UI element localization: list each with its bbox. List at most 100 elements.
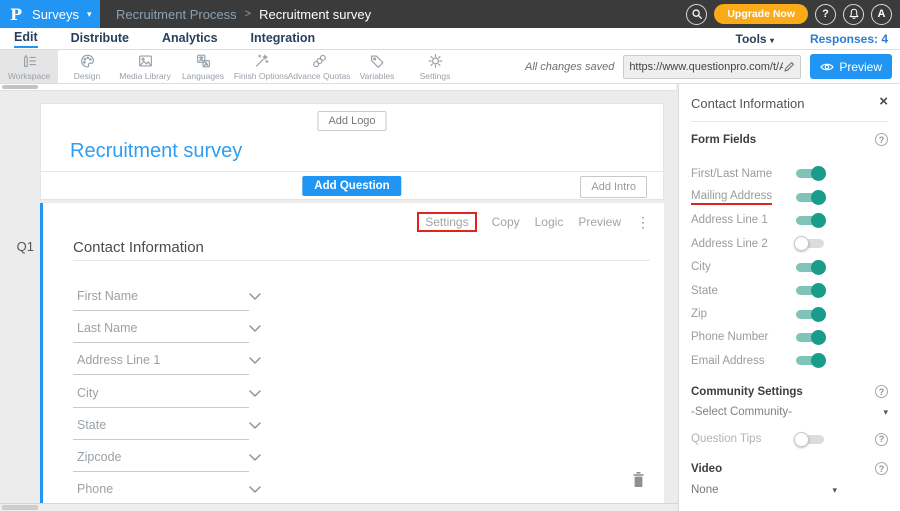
- community-select[interactable]: -Select Community- ▾: [691, 406, 888, 418]
- chevron-down-icon[interactable]: [249, 385, 261, 403]
- question-tips-row: Question Tips ?: [691, 430, 888, 448]
- question-settings-action[interactable]: Settings: [417, 212, 476, 232]
- toolbar-item-settings[interactable]: Settings: [406, 50, 464, 83]
- avatar[interactable]: A: [871, 4, 892, 25]
- form-fields-label: Form Fields: [691, 134, 756, 146]
- design-palette-icon: [78, 52, 97, 70]
- phone-number-toggle[interactable]: [796, 333, 824, 342]
- zip-toggle[interactable]: [796, 310, 824, 319]
- form-field-toggles: First/Last Name Mailing Address Address …: [691, 162, 888, 373]
- question-copy-action[interactable]: Copy: [492, 215, 520, 229]
- question-settings-panel: Contact Information × Form Fields ? Firs…: [678, 84, 900, 511]
- field-row-state[interactable]: State: [73, 416, 249, 440]
- state-toggle[interactable]: [796, 286, 824, 295]
- field-row-last-name[interactable]: Last Name: [73, 319, 249, 343]
- email-address-toggle[interactable]: [796, 356, 824, 365]
- video-select[interactable]: None ▾: [691, 484, 837, 496]
- field-row-address-line-1[interactable]: Address Line 1: [73, 351, 249, 375]
- chevron-down-icon: ▾: [770, 36, 774, 45]
- questionpro-logo-icon: P: [10, 5, 22, 24]
- upgrade-now-button[interactable]: Upgrade Now: [714, 4, 808, 24]
- scrollbar-thumb[interactable]: [2, 85, 38, 89]
- toolbar-item-variables[interactable]: Variables: [348, 50, 406, 83]
- edit-url-pencil-icon[interactable]: [783, 61, 795, 73]
- tab-analytics[interactable]: Analytics: [162, 31, 218, 47]
- question-tips-help-icon[interactable]: ?: [875, 433, 888, 446]
- search-icon[interactable]: [686, 4, 707, 25]
- question-logic-action[interactable]: Logic: [535, 215, 564, 229]
- toolbar-item-design[interactable]: Design: [58, 50, 116, 83]
- survey-url-input[interactable]: [629, 61, 783, 73]
- chevron-down-icon[interactable]: [249, 288, 261, 306]
- question-actions: Settings Copy Logic Preview ⋮: [417, 212, 650, 232]
- responses-link[interactable]: Responses: 4: [810, 32, 888, 46]
- toolbar-item-workspace[interactable]: Workspace: [0, 50, 58, 83]
- eye-icon: [820, 62, 834, 72]
- address-line-2-toggle[interactable]: [796, 239, 824, 248]
- mailing-address-toggle[interactable]: [796, 193, 824, 202]
- workspace-toolbar: Workspace Design Media Library Languages…: [0, 50, 900, 84]
- divider: [73, 260, 650, 261]
- surveys-menu[interactable]: P Surveys ▾: [0, 0, 100, 28]
- chevron-down-icon[interactable]: [249, 352, 261, 370]
- toolbar-item-advance-quotas[interactable]: Advance Quotas: [290, 50, 348, 83]
- field-row-zipcode[interactable]: Zipcode: [73, 448, 249, 472]
- caret-down-icon: ▾: [883, 407, 888, 418]
- survey-url-box: [623, 55, 801, 79]
- tab-edit[interactable]: Edit: [14, 30, 38, 48]
- breadcrumb-separator: >: [245, 8, 251, 20]
- toolbar-item-media-library[interactable]: Media Library: [116, 50, 174, 83]
- help-icon[interactable]: ?: [815, 4, 836, 25]
- community-settings-help-icon[interactable]: ?: [875, 385, 888, 398]
- scrollbar-thumb[interactable]: [2, 505, 38, 510]
- chevron-down-icon[interactable]: [249, 481, 261, 499]
- horizontal-scrollbar-top[interactable]: [0, 84, 676, 91]
- chevron-down-icon[interactable]: [249, 449, 261, 467]
- field-row-phone[interactable]: Phone: [73, 480, 249, 504]
- close-icon[interactable]: ×: [879, 93, 888, 110]
- question-preview-action[interactable]: Preview: [578, 215, 621, 229]
- topbar-actions: Upgrade Now ? A: [686, 4, 900, 25]
- delete-question-trash-icon[interactable]: [631, 471, 646, 493]
- add-intro-button[interactable]: Add Intro: [580, 176, 647, 198]
- tab-integration[interactable]: Integration: [251, 31, 316, 47]
- field-row-city[interactable]: City: [73, 384, 249, 408]
- toolbar-item-finish-options[interactable]: Finish Options: [232, 50, 290, 83]
- community-settings-label: Community Settings: [691, 386, 803, 398]
- workspace-icon: [20, 52, 39, 70]
- more-options-icon[interactable]: ⋮: [636, 216, 650, 228]
- form-fields-help-icon[interactable]: ?: [875, 133, 888, 146]
- variables-tag-icon: [368, 52, 387, 70]
- video-help-icon[interactable]: ?: [875, 462, 888, 475]
- first-last-name-toggle[interactable]: [796, 169, 824, 178]
- app-window: P Surveys ▾ Recruitment Process > Recrui…: [0, 0, 900, 511]
- add-logo-button[interactable]: Add Logo: [317, 111, 386, 131]
- panel-title: Contact Information: [691, 96, 804, 111]
- field-row-first-name[interactable]: First Name: [73, 287, 249, 311]
- tab-distribute[interactable]: Distribute: [71, 31, 129, 47]
- editor-content: Add Logo Recruitment survey Add Question…: [0, 84, 900, 511]
- contact-fields: First Name Last Name Address Line 1 City…: [73, 287, 249, 511]
- question-number: Q1: [8, 239, 34, 254]
- toggle-row-city: City: [691, 256, 888, 279]
- save-status-text: All changes saved: [525, 61, 614, 73]
- chevron-down-icon: ▾: [87, 9, 92, 20]
- question-tips-toggle[interactable]: [796, 435, 824, 444]
- question-title[interactable]: Contact Information: [73, 239, 204, 256]
- preview-button[interactable]: Preview: [810, 54, 892, 79]
- add-question-button[interactable]: Add Question: [302, 176, 401, 196]
- chevron-down-icon[interactable]: [249, 417, 261, 435]
- breadcrumb-parent[interactable]: Recruitment Process: [116, 7, 237, 22]
- breadcrumb-current: Recruitment survey: [259, 7, 371, 22]
- address-line-1-toggle[interactable]: [796, 216, 824, 225]
- notifications-bell-icon[interactable]: [843, 4, 864, 25]
- languages-icon: [194, 52, 213, 70]
- city-toggle[interactable]: [796, 263, 824, 272]
- toolbar-item-languages[interactable]: Languages: [174, 50, 232, 83]
- finish-options-wand-icon: [252, 52, 271, 70]
- survey-title[interactable]: Recruitment survey: [70, 140, 242, 163]
- section-tab-bar: Edit Distribute Analytics Integration To…: [0, 28, 900, 50]
- chevron-down-icon[interactable]: [249, 320, 261, 338]
- toggle-row-email-address: Email Address: [691, 349, 888, 372]
- tools-dropdown[interactable]: Tools ▾: [736, 32, 774, 46]
